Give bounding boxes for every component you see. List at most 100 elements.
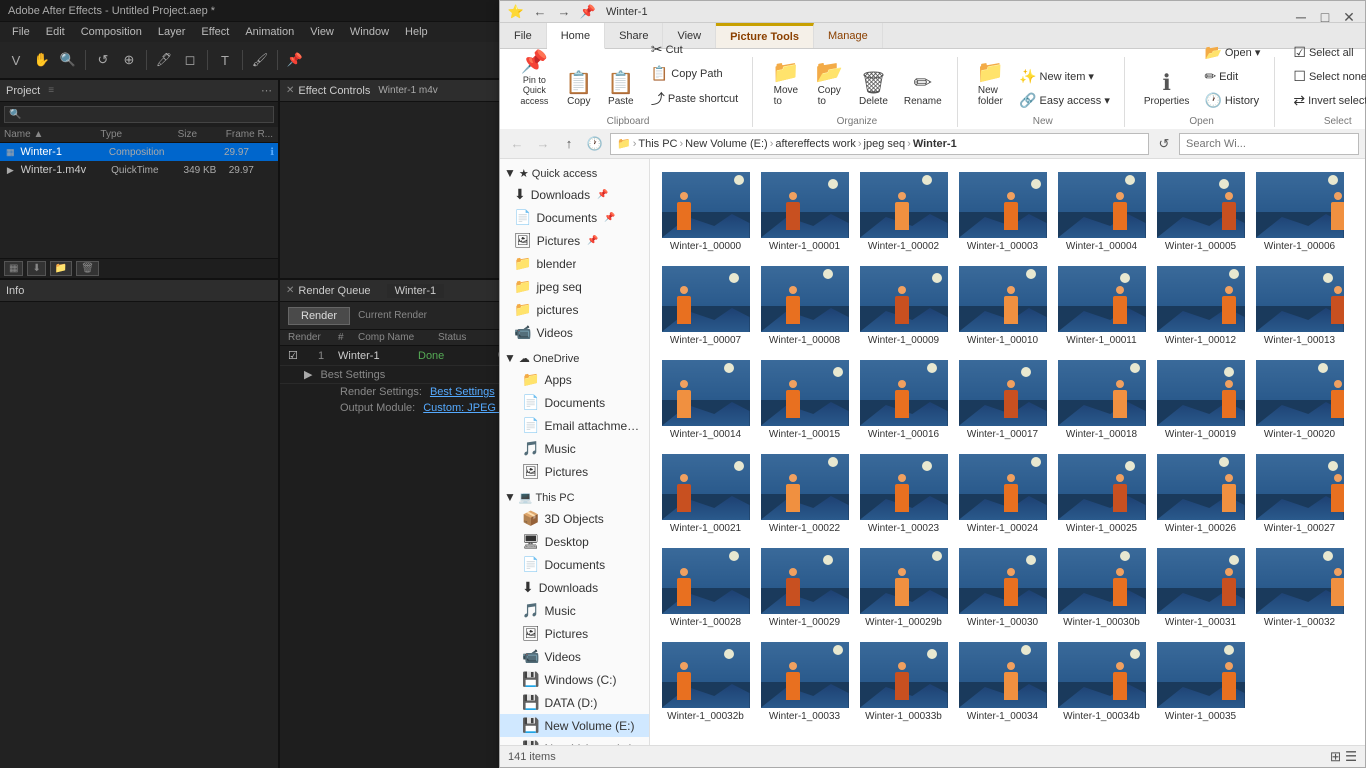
sidebar-item-music-pc[interactable]: 🎵 Music: [500, 599, 649, 622]
addr-ae-work[interactable]: aftereffects work: [775, 138, 856, 150]
btn-easy-access[interactable]: 🔗 Easy access ▾: [1013, 89, 1116, 112]
menu-view[interactable]: View: [302, 26, 342, 38]
btn-select-all[interactable]: ☑ Select all: [1287, 41, 1366, 64]
nav-forward-btn[interactable]: →: [532, 133, 554, 155]
file-thumb-17[interactable]: Winter-1_00017: [955, 355, 1050, 445]
file-thumb-33[interactable]: Winter-1_00031: [1153, 543, 1248, 633]
file-thumb-34[interactable]: Winter-1_00032: [1252, 543, 1347, 633]
file-thumb-31[interactable]: Winter-1_00030: [955, 543, 1050, 633]
file-thumb-30[interactable]: Winter-1_00029b: [856, 543, 951, 633]
view-list-btn[interactable]: ☰: [1345, 749, 1357, 765]
btn-copy-to[interactable]: 📂 Copyto: [809, 54, 850, 112]
tab-manage[interactable]: Manage: [814, 23, 883, 48]
tool-hand[interactable]: ✋: [30, 48, 54, 72]
file-thumb-21[interactable]: Winter-1_00021: [658, 449, 753, 539]
file-thumb-38[interactable]: Winter-1_00034: [955, 637, 1050, 727]
file-thumb-22[interactable]: Winter-1_00022: [757, 449, 852, 539]
file-thumb-11[interactable]: Winter-1_00011: [1054, 261, 1149, 351]
file-thumb-25[interactable]: Winter-1_00025: [1054, 449, 1149, 539]
qa-pin-btn[interactable]: 📌: [578, 2, 598, 22]
file-thumb-28[interactable]: Winter-1_00028: [658, 543, 753, 633]
sidebar-item-e-drive[interactable]: 💾 New Volume (E:): [500, 714, 649, 737]
sidebar-item-pictures-qa[interactable]: 🖼 Pictures 📌: [500, 229, 649, 252]
file-thumb-20[interactable]: Winter-1_00020: [1252, 355, 1347, 445]
refresh-btn[interactable]: ↺: [1153, 133, 1175, 155]
tool-pen[interactable]: 🖊: [152, 48, 176, 72]
file-thumb-36[interactable]: Winter-1_00033: [757, 637, 852, 727]
addr-volume[interactable]: New Volume (E:): [685, 138, 768, 150]
address-bar[interactable]: 📁 › This PC › New Volume (E:) › aftereff…: [610, 133, 1149, 155]
sidebar-item-pics-pc[interactable]: 🖼 Pictures: [500, 622, 649, 645]
sidebar-item-docs-od[interactable]: 📄 Documents: [500, 391, 649, 414]
btn-open[interactable]: 📂 Open ▾: [1198, 41, 1266, 64]
file-thumb-9[interactable]: Winter-1_00009: [856, 261, 951, 351]
sidebar-item-documents-qa[interactable]: 📄 Documents 📌: [500, 206, 649, 229]
sidebar-item-docs-pc[interactable]: 📄 Documents: [500, 553, 649, 576]
addr-this-pc[interactable]: This PC: [638, 138, 677, 150]
menu-help[interactable]: Help: [397, 26, 436, 38]
btn-properties[interactable]: ℹ Properties: [1137, 65, 1197, 112]
file-thumb-2[interactable]: Winter-1_00002: [856, 167, 951, 257]
file-thumb-6[interactable]: Winter-1_00006: [1252, 167, 1347, 257]
rq-close-btn[interactable]: ✕: [286, 285, 294, 296]
sidebar-item-downloads-pc[interactable]: ⬇ Downloads: [500, 576, 649, 599]
file-thumb-26[interactable]: Winter-1_00026: [1153, 449, 1248, 539]
tool-rotate[interactable]: ↺: [91, 48, 115, 72]
btn-pin-to-quick[interactable]: 📌 Pin to Quickaccess: [512, 44, 557, 112]
sidebar-item-3d[interactable]: 📦 3D Objects: [500, 507, 649, 530]
addr-jpeg-seq[interactable]: jpeg seq: [864, 138, 906, 150]
file-thumb-1[interactable]: Winter-1_00001: [757, 167, 852, 257]
sidebar-item-jpeg-seq[interactable]: 📁 jpeg seq: [500, 275, 649, 298]
btn-new-item[interactable]: ✨ New item ▾: [1013, 65, 1116, 88]
file-thumb-15[interactable]: Winter-1_00015: [757, 355, 852, 445]
menu-window[interactable]: Window: [342, 26, 397, 38]
expand-icon[interactable]: ▶: [304, 368, 312, 381]
file-thumb-23[interactable]: Winter-1_00023: [856, 449, 951, 539]
render-all-btn[interactable]: Render: [288, 307, 350, 325]
file-thumb-24[interactable]: Winter-1_00024: [955, 449, 1050, 539]
fe-search-input[interactable]: [1179, 133, 1359, 155]
file-thumb-40[interactable]: Winter-1_00035: [1153, 637, 1248, 727]
file-thumb-32[interactable]: Winter-1_00030b: [1054, 543, 1149, 633]
sidebar-quickaccess-expand[interactable]: ▼ ★ Quick access: [500, 163, 649, 183]
btn-copy-path[interactable]: 📋 Copy Path: [645, 62, 744, 85]
addr-pc[interactable]: 📁: [617, 137, 631, 150]
maximize-btn[interactable]: □: [1313, 5, 1337, 29]
nav-back-btn[interactable]: ←: [506, 133, 528, 155]
file-thumb-8[interactable]: Winter-1_00008: [757, 261, 852, 351]
btn-copy[interactable]: 📋 Copy: [559, 65, 599, 112]
btn-rename[interactable]: ✏ Rename: [897, 65, 949, 112]
file-thumb-35[interactable]: Winter-1_00032b: [658, 637, 753, 727]
project-panel-menu[interactable]: ⋯: [261, 84, 272, 97]
file-thumb-5[interactable]: Winter-1_00005: [1153, 167, 1248, 257]
qa-forward-btn[interactable]: →: [554, 2, 574, 22]
tool-paint[interactable]: 🖌: [248, 48, 272, 72]
close-btn[interactable]: ✕: [1337, 5, 1361, 29]
menu-layer[interactable]: Layer: [150, 26, 194, 38]
file-thumb-13[interactable]: Winter-1_00013: [1252, 261, 1347, 351]
tool-anchor[interactable]: ⊕: [117, 48, 141, 72]
qa-star-btn[interactable]: ⭐: [506, 2, 526, 22]
tool-zoom[interactable]: 🔍: [56, 48, 80, 72]
sidebar-item-c-drive[interactable]: 💾 Windows (C:): [500, 668, 649, 691]
sidebar-thispc-expand[interactable]: ▼ 💻 This PC: [500, 487, 649, 507]
sidebar-item-email[interactable]: 📄 Email attachments: [500, 414, 649, 437]
menu-composition[interactable]: Composition: [73, 26, 150, 38]
sidebar-item-music-od[interactable]: 🎵 Music: [500, 437, 649, 460]
btn-new-folder[interactable]: 📁 Newfolder: [970, 54, 1011, 112]
view-icons-btn[interactable]: ⊞: [1330, 749, 1341, 765]
project-item-winter1m4v[interactable]: ▶ Winter-1.m4v QuickTime 349 KB 29.97: [0, 161, 278, 179]
file-thumb-0[interactable]: Winter-1_00000: [658, 167, 753, 257]
sidebar-item-blender[interactable]: 📁 blender: [500, 252, 649, 275]
btn-history[interactable]: 🕐 History: [1198, 89, 1266, 112]
menu-file[interactable]: File: [4, 26, 38, 38]
file-thumb-4[interactable]: Winter-1_00004: [1054, 167, 1149, 257]
btn-edit[interactable]: ✏ Edit: [1198, 65, 1266, 88]
file-thumb-27[interactable]: Winter-1_00027: [1252, 449, 1347, 539]
project-search-input[interactable]: [4, 106, 274, 123]
project-import[interactable]: ⬇: [27, 261, 45, 276]
file-thumb-14[interactable]: Winter-1_00014: [658, 355, 753, 445]
file-thumb-16[interactable]: Winter-1_00016: [856, 355, 951, 445]
file-thumb-7[interactable]: Winter-1_00007: [658, 261, 753, 351]
sidebar-item-d-drive[interactable]: 💾 DATA (D:): [500, 691, 649, 714]
